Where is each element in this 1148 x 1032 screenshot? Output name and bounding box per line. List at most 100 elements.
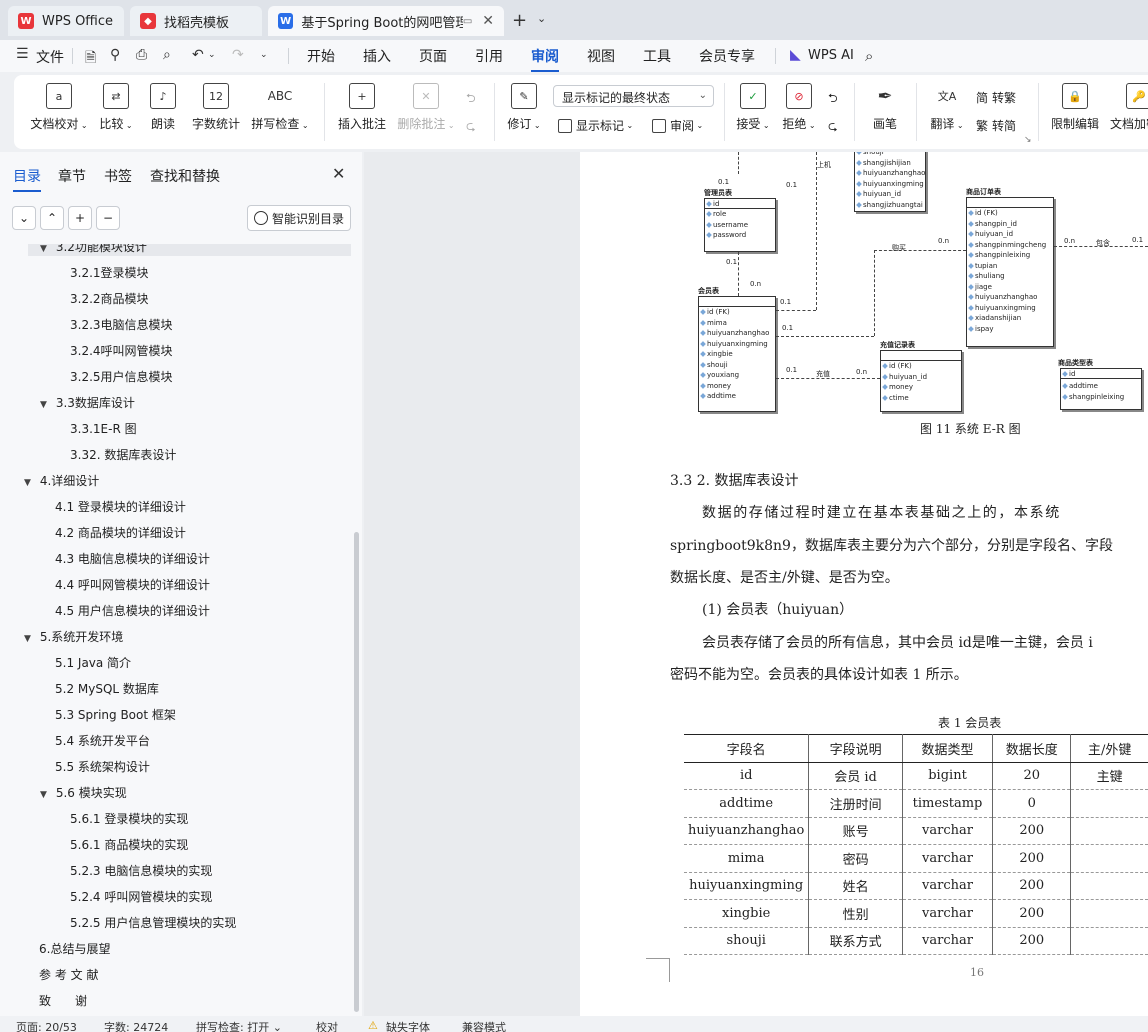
- menu-file[interactable]: 文件: [36, 47, 64, 67]
- restrict-edit-button[interactable]: 🔒 限制编辑: [1048, 83, 1102, 132]
- expand-toggle-icon[interactable]: ▼: [40, 400, 52, 410]
- spell-check-button[interactable]: ABC 拼写检查 ⌄: [250, 83, 310, 132]
- tab-wps-office[interactable]: W WPS Office: [8, 6, 124, 36]
- translate-button[interactable]: 文A 翻译 ⌄: [928, 83, 966, 132]
- next-comment-icon[interactable]: ⮎: [466, 117, 476, 138]
- toc-item[interactable]: 致 谢: [39, 992, 87, 1009]
- undo-icon[interactable]: ↶: [192, 47, 204, 63]
- toc-item[interactable]: 3.2.5用户信息模块: [70, 368, 173, 385]
- word-count-button[interactable]: 12 字数统计: [190, 83, 242, 132]
- close-tab-icon[interactable]: ✕: [482, 13, 494, 29]
- accept-button[interactable]: ✓ 接受 ⌄: [734, 83, 772, 132]
- expand-toggle-icon[interactable]: ▼: [40, 244, 52, 254]
- doc-encrypt-button[interactable]: 🔑 文档加密: [1110, 83, 1148, 132]
- menu-page[interactable]: 页面: [419, 46, 447, 66]
- expand-toggle-icon[interactable]: ▼: [24, 634, 36, 644]
- prev-change-icon[interactable]: ⮌: [828, 89, 838, 110]
- toc-item[interactable]: ▼ 5.6 模块实现: [40, 784, 127, 801]
- status-page[interactable]: 页面: 20/53: [16, 1019, 77, 1032]
- status-missing-font[interactable]: 缺失字体: [386, 1019, 430, 1032]
- tab-sections[interactable]: 章节: [58, 166, 86, 186]
- next-change-icon[interactable]: ⮎: [828, 117, 838, 138]
- tab-bookmarks[interactable]: 书签: [104, 166, 132, 186]
- toc-item[interactable]: ▼ 4.详细设计: [24, 472, 99, 489]
- status-word-count[interactable]: 字数: 24724: [104, 1019, 168, 1032]
- print-icon[interactable]: ⎙: [136, 47, 147, 63]
- toc-scrollbar[interactable]: [354, 532, 359, 1012]
- toc-item[interactable]: 3.2.1登录模块: [70, 264, 149, 281]
- chevron-down-icon[interactable]: ⌄: [260, 50, 268, 60]
- toc-item[interactable]: 5.2.4 呼叫网管模块的实现: [70, 888, 212, 905]
- status-proofread[interactable]: 校对: [316, 1019, 338, 1032]
- toc-item[interactable]: 5.3 Spring Boot 框架: [55, 706, 176, 723]
- tab-templates[interactable]: ◆ 找稻壳模板: [130, 6, 262, 36]
- ink-button[interactable]: ✒ 画笔: [870, 83, 900, 132]
- toc-item[interactable]: 5.1 Java 简介: [55, 654, 131, 671]
- reject-button[interactable]: ⊘ 拒绝 ⌄: [780, 83, 818, 132]
- menu-insert[interactable]: 插入: [363, 46, 391, 66]
- close-icon[interactable]: ✕: [332, 164, 345, 183]
- chevron-down-icon[interactable]: ⌄: [537, 12, 546, 25]
- expand-toggle-icon[interactable]: ▼: [40, 790, 52, 800]
- toc-item[interactable]: 5.4 系统开发平台: [55, 732, 150, 749]
- menu-wps-ai[interactable]: WPS AI: [808, 48, 854, 63]
- share-icon[interactable]: ⚲: [110, 47, 120, 63]
- review-pane-button[interactable]: 审阅 ⌄: [652, 117, 703, 134]
- read-aloud-button[interactable]: ♪ 朗读: [148, 83, 178, 132]
- toc-item[interactable]: 5.2.5 用户信息管理模块的实现: [70, 914, 236, 931]
- insert-comment-button[interactable]: + 插入批注: [336, 83, 388, 132]
- remove-heading-button[interactable]: −: [96, 206, 120, 230]
- prev-comment-icon[interactable]: ⮌: [466, 89, 476, 110]
- toc-item[interactable]: 5.6.1 商品模块的实现: [70, 836, 188, 853]
- toc-item[interactable]: ▼ 3.2功能模块设计: [40, 244, 147, 255]
- toc-item[interactable]: 4.3 电脑信息模块的详细设计: [55, 550, 210, 567]
- tab-find-replace[interactable]: 查找和替换: [150, 166, 220, 186]
- collapse-all-button[interactable]: ⌄: [12, 206, 36, 230]
- toc-item[interactable]: 5.2.3 电脑信息模块的实现: [70, 862, 212, 879]
- redo-icon[interactable]: ↷: [232, 47, 244, 63]
- tab-document[interactable]: W 基于Spring Boot的网吧管理系统 ▭ ✕: [268, 6, 504, 36]
- status-spell-check[interactable]: 拼写检查: 打开 ⌄: [196, 1019, 282, 1032]
- chevron-down-icon[interactable]: ⌄: [208, 50, 216, 60]
- toc-item[interactable]: 参 考 文 献: [39, 966, 98, 983]
- toc-item[interactable]: 3.3.1E-R 图: [70, 420, 137, 437]
- toc-item[interactable]: 4.1 登录模块的详细设计: [55, 498, 186, 515]
- menu-review[interactable]: 审阅: [531, 46, 559, 72]
- toc-item[interactable]: 4.5 用户信息模块的详细设计: [55, 602, 210, 619]
- toc-item[interactable]: 3.32. 数据库表设计: [70, 446, 176, 463]
- menu-view[interactable]: 视图: [587, 46, 615, 66]
- toc-item[interactable]: 4.2 商品模块的详细设计: [55, 524, 186, 541]
- toc-item[interactable]: 4.4 呼叫网管模块的详细设计: [55, 576, 210, 593]
- toc-item[interactable]: 3.2.3电脑信息模块: [70, 316, 173, 333]
- add-heading-button[interactable]: +: [68, 206, 92, 230]
- to-simplified-button[interactable]: 繁 转简: [976, 117, 1016, 134]
- toc-item[interactable]: 5.2 MySQL 数据库: [55, 680, 159, 697]
- menu-start[interactable]: 开始: [307, 46, 335, 66]
- toc-item[interactable]: 5.6.1 登录模块的实现: [70, 810, 188, 827]
- to-traditional-button[interactable]: 简 转繁: [976, 89, 1016, 106]
- menu-references[interactable]: 引用: [475, 46, 503, 66]
- markup-mode-select[interactable]: 显示标记的最终状态 ⌄: [553, 85, 714, 107]
- toc-item[interactable]: ▼ 3.3数据库设计: [40, 394, 135, 411]
- print-preview-icon[interactable]: ⌕: [163, 47, 171, 63]
- expand-up-button[interactable]: ⌃: [40, 206, 64, 230]
- menu-tools[interactable]: 工具: [643, 46, 671, 66]
- toc-item[interactable]: 3.2.2商品模块: [70, 290, 149, 307]
- toc-item[interactable]: 5.5 系统架构设计: [55, 758, 150, 775]
- delete-comment-button[interactable]: ✕ 删除批注 ⌄: [396, 83, 456, 132]
- smart-toc-button[interactable]: 智能识别目录: [247, 205, 351, 231]
- new-tab-icon[interactable]: +: [512, 10, 527, 31]
- compare-button[interactable]: ⇄ 比较 ⌄: [96, 83, 136, 132]
- menu-membership[interactable]: 会员专享: [699, 46, 755, 66]
- save-icon[interactable]: 🗎: [85, 47, 96, 71]
- toc-item[interactable]: 6.总结与展望: [39, 940, 110, 957]
- hamburger-icon[interactable]: ☰: [16, 46, 29, 62]
- doc-proofread-button[interactable]: a 文档校对 ⌄: [28, 83, 90, 132]
- show-markup-button[interactable]: 显示标记 ⌄: [558, 117, 633, 134]
- tab-toc[interactable]: 目录: [13, 166, 41, 192]
- toc-item[interactable]: ▼ 5.系统开发环境: [24, 628, 123, 645]
- search-icon[interactable]: ⌕: [865, 47, 873, 65]
- expand-toggle-icon[interactable]: ▼: [24, 478, 36, 488]
- toc-item[interactable]: 3.2.4呼叫网管模块: [70, 342, 173, 359]
- revise-button[interactable]: ✎ 修订 ⌄: [504, 83, 544, 132]
